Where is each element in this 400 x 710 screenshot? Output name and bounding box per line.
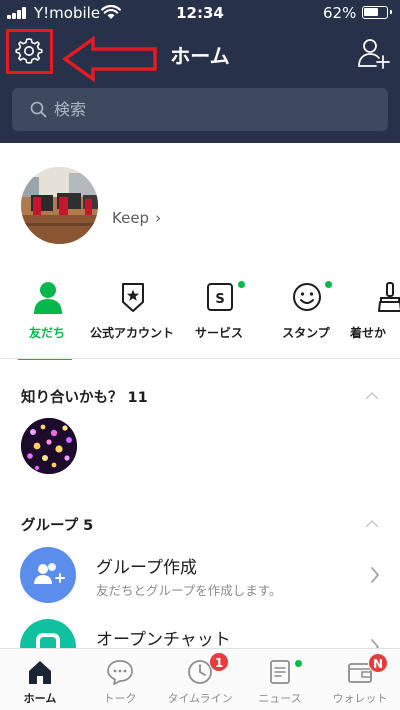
- page-title: ホーム: [170, 44, 230, 68]
- tab-label: ウォレット: [332, 692, 388, 705]
- section-header-groups: グループ 5: [21, 518, 94, 534]
- category-row: 友だち 公式アカウント S サービス スタンプ 着せか: [0, 272, 400, 362]
- theme-brush-icon: [378, 282, 400, 312]
- tab-news[interactable]: ニュース: [240, 649, 320, 710]
- collapse-icon[interactable]: [364, 519, 380, 529]
- avatar-image: [21, 418, 77, 474]
- new-indicator-dot: [295, 660, 302, 667]
- profile-photo-image: [21, 167, 98, 244]
- header-bar: Y!mobile 12:34 62% ホーム: [0, 0, 400, 143]
- search-bar[interactable]: [12, 88, 388, 131]
- add-friend-icon[interactable]: [357, 36, 391, 70]
- chevron-right-icon: [371, 567, 379, 583]
- category-label: 着せか: [350, 326, 387, 340]
- collapse-icon[interactable]: [364, 391, 380, 401]
- keep-link[interactable]: Keep ›: [112, 209, 161, 227]
- category-label: スタンプ: [282, 326, 330, 340]
- category-stickers[interactable]: スタンプ: [261, 272, 351, 360]
- new-indicator-dot: [325, 281, 332, 288]
- profile-avatar[interactable]: [21, 167, 98, 244]
- chat-bubble-icon: [107, 660, 133, 685]
- notification-badge: N: [368, 653, 388, 673]
- tab-label: ホーム: [23, 692, 57, 705]
- sticker-smile-icon: [293, 283, 321, 311]
- person-icon: [34, 282, 62, 314]
- notification-badge: 1: [209, 652, 229, 672]
- tab-label: トーク: [103, 692, 137, 705]
- category-themes[interactable]: 着せか: [345, 272, 400, 360]
- category-label: 友だち: [28, 326, 65, 340]
- category-services[interactable]: S サービス: [174, 272, 264, 360]
- suggested-friend-avatar[interactable]: [21, 418, 77, 474]
- search-input[interactable]: [54, 88, 374, 131]
- tab-label: ニュース: [258, 692, 302, 705]
- battery-icon: [362, 6, 392, 19]
- row-title: オープンチャット: [96, 630, 231, 650]
- news-icon: [270, 660, 290, 684]
- row-title: グループ作成: [96, 558, 197, 578]
- tab-label: タイムライン: [167, 692, 233, 705]
- category-official-accounts[interactable]: 公式アカウント: [87, 272, 177, 360]
- services-icon: S: [207, 283, 233, 311]
- tab-wallet[interactable]: N ウォレット: [320, 649, 400, 710]
- category-friends[interactable]: 友だち: [2, 272, 92, 360]
- create-group-row[interactable]: グループ作成 友だちとグループを作成します。: [0, 547, 400, 619]
- new-indicator-dot: [238, 281, 245, 288]
- status-bar: Y!mobile 12:34 62%: [0, 0, 400, 26]
- tab-talk[interactable]: トーク: [80, 649, 160, 710]
- svg-text:S: S: [215, 292, 224, 307]
- home-icon: [29, 661, 51, 684]
- battery-percentage: 62%: [323, 4, 357, 22]
- add-group-icon: [20, 547, 76, 603]
- chevron-right-icon: ›: [155, 209, 162, 227]
- category-label: 公式アカウント: [89, 326, 174, 340]
- keep-label: Keep: [112, 209, 150, 227]
- official-shield-icon: [122, 283, 144, 312]
- category-label: サービス: [194, 326, 243, 340]
- divider: [0, 358, 400, 359]
- row-subtitle: 友だちとグループを作成します。: [96, 583, 282, 598]
- tab-home[interactable]: ホーム: [0, 649, 80, 710]
- section-header-suggested: 知り合いかも？ 11: [21, 390, 148, 406]
- bottom-tab-bar: ホーム トーク 1 タイムライン ニュース N ウォレット: [0, 648, 400, 710]
- search-icon: [30, 101, 47, 118]
- tab-timeline[interactable]: 1 タイムライン: [160, 649, 240, 710]
